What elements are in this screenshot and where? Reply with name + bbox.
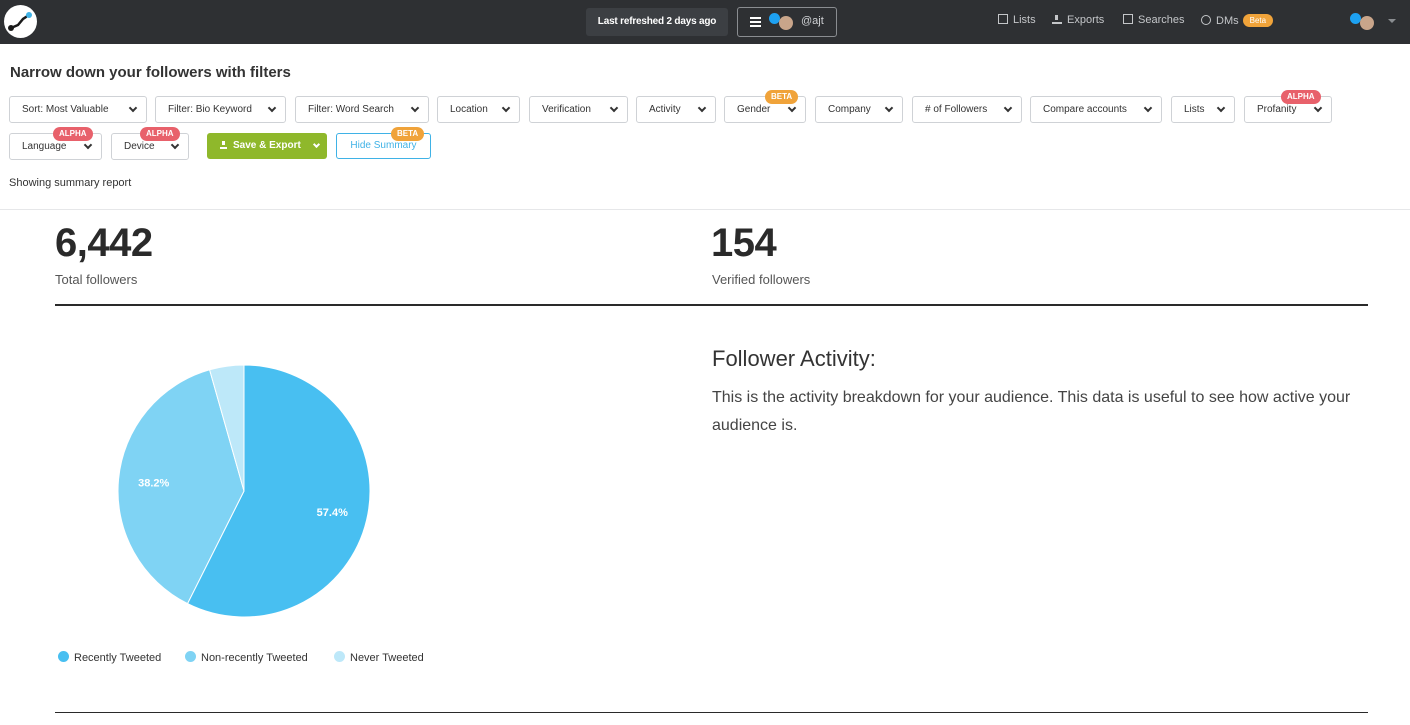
hamburger-menu-icon [750,17,761,27]
legend-non-recently-tweeted[interactable]: Non-recently Tweeted [185,651,308,664]
caret-down-icon[interactable] [1388,19,1396,23]
showing-summary-text: Showing summary report [9,177,132,189]
filter-label: Verification [542,104,591,115]
chevron-down-icon [128,103,138,113]
chevron-down-icon [884,103,894,113]
filter-location[interactable]: Location [437,96,520,123]
legend-dot [58,651,69,662]
filter-label: Sort: Most Valuable [22,104,109,115]
chevron-down-icon [83,140,93,150]
filter-label: Gender [737,104,771,115]
verified-followers-label: Verified followers [712,272,811,287]
top-bar: Last refreshed 2 days ago @ajt Lists Exp… [0,0,1410,44]
legend-dot [334,651,345,662]
save-export-button[interactable]: Save & Export [207,133,327,159]
legend-label: Non-recently Tweeted [201,652,308,664]
chevron-down-icon [1216,103,1226,113]
chevron-down-icon [267,103,277,113]
chevron-down-icon [697,103,707,113]
filter-label: # of Followers [925,104,988,115]
last-refreshed-badge: Last refreshed 2 days ago [586,8,728,36]
filter-label: Compare accounts [1043,104,1127,115]
chat-icon [1201,15,1211,25]
legend-label: Never Tweeted [350,652,424,664]
filter-label: Lists [1184,104,1205,115]
save-icon [1123,14,1133,24]
filter-company[interactable]: Company [815,96,903,123]
logo-graph-icon [8,12,32,31]
account-handle: @ajt [801,15,824,27]
verified-followers-value: 154 [711,221,777,265]
filter-bio-keyword[interactable]: Filter: Bio Keyword [155,96,286,123]
stats-divider [55,304,1368,306]
filter-label: Device [124,141,155,152]
download-icon [220,141,227,149]
filter-verification[interactable]: Verification [529,96,628,123]
account-avatar [779,16,793,30]
chevron-down-icon [1313,103,1323,113]
chevron-down-icon [787,103,797,113]
chevron-down-icon [501,103,511,113]
filter-sort[interactable]: Sort: Most Valuable [9,96,147,123]
device-alpha-tag: ALPHA [140,127,180,141]
user-avatar[interactable] [1360,16,1374,30]
nav-exports-label: Exports [1067,14,1105,26]
filter-label: Profanity [1257,104,1297,115]
follower-activity-description: This is the activity breakdown for your … [712,389,1351,434]
nav-dms[interactable]: DMs Beta [1201,14,1274,27]
chevron-down-icon [170,140,180,150]
nav-exports[interactable]: Exports [1052,14,1104,26]
filter-lists[interactable]: Lists [1171,96,1235,123]
app-logo[interactable] [4,5,37,38]
nav-searches-label: Searches [1138,14,1185,26]
filter-compare-accounts[interactable]: Compare accounts [1030,96,1162,123]
divider [0,209,1410,210]
filter-label: Filter: Bio Keyword [168,104,252,115]
filter-followers-count[interactable]: # of Followers [912,96,1022,123]
chevron-down-icon [1143,103,1153,113]
legend-dot [185,651,196,662]
nav-lists-label: Lists [1013,14,1036,26]
legend-never-tweeted[interactable]: Never Tweeted [334,651,424,664]
account-switcher[interactable]: @ajt [737,7,837,37]
total-followers-value: 6,442 [55,221,153,265]
pie-slice-label: 57.4% [317,507,348,519]
legend-label: Recently Tweeted [74,652,162,664]
follower-activity-title: Follower Activity: [712,346,876,371]
chevron-down-icon [410,103,420,113]
profanity-alpha-tag: ALPHA [1281,90,1321,104]
hide-summary-beta-tag: BETA [391,127,425,141]
filter-activity[interactable]: Activity [636,96,716,123]
legend-recently-tweeted[interactable]: Recently Tweeted [58,651,161,664]
pie-slice-label: 38.2% [138,477,169,489]
bottom-divider [55,712,1368,713]
list-icon [998,14,1008,24]
chevron-down-icon [312,140,321,149]
save-export-label: Save & Export [233,140,301,151]
filter-label: Activity [649,104,681,115]
filter-label: Location [450,104,488,115]
language-alpha-tag: ALPHA [53,127,93,141]
nav-dms-label: DMs [1216,15,1239,27]
filter-label: Filter: Word Search [308,104,394,115]
activity-pie-chart: 57.4% 38.2% [117,364,371,618]
filter-word-search[interactable]: Filter: Word Search [295,96,429,123]
dms-beta-badge: Beta [1242,14,1274,27]
download-icon [1052,15,1062,24]
nav-lists[interactable]: Lists [998,14,1036,26]
gender-beta-tag: BETA [765,90,799,104]
chevron-down-icon [609,103,619,113]
total-followers-label: Total followers [55,272,138,287]
chevron-down-icon [1003,103,1013,113]
page-title: Narrow down your followers with filters [10,64,291,81]
filter-label: Company [828,104,871,115]
filter-label: Language [22,141,67,152]
nav-searches[interactable]: Searches [1123,14,1184,26]
